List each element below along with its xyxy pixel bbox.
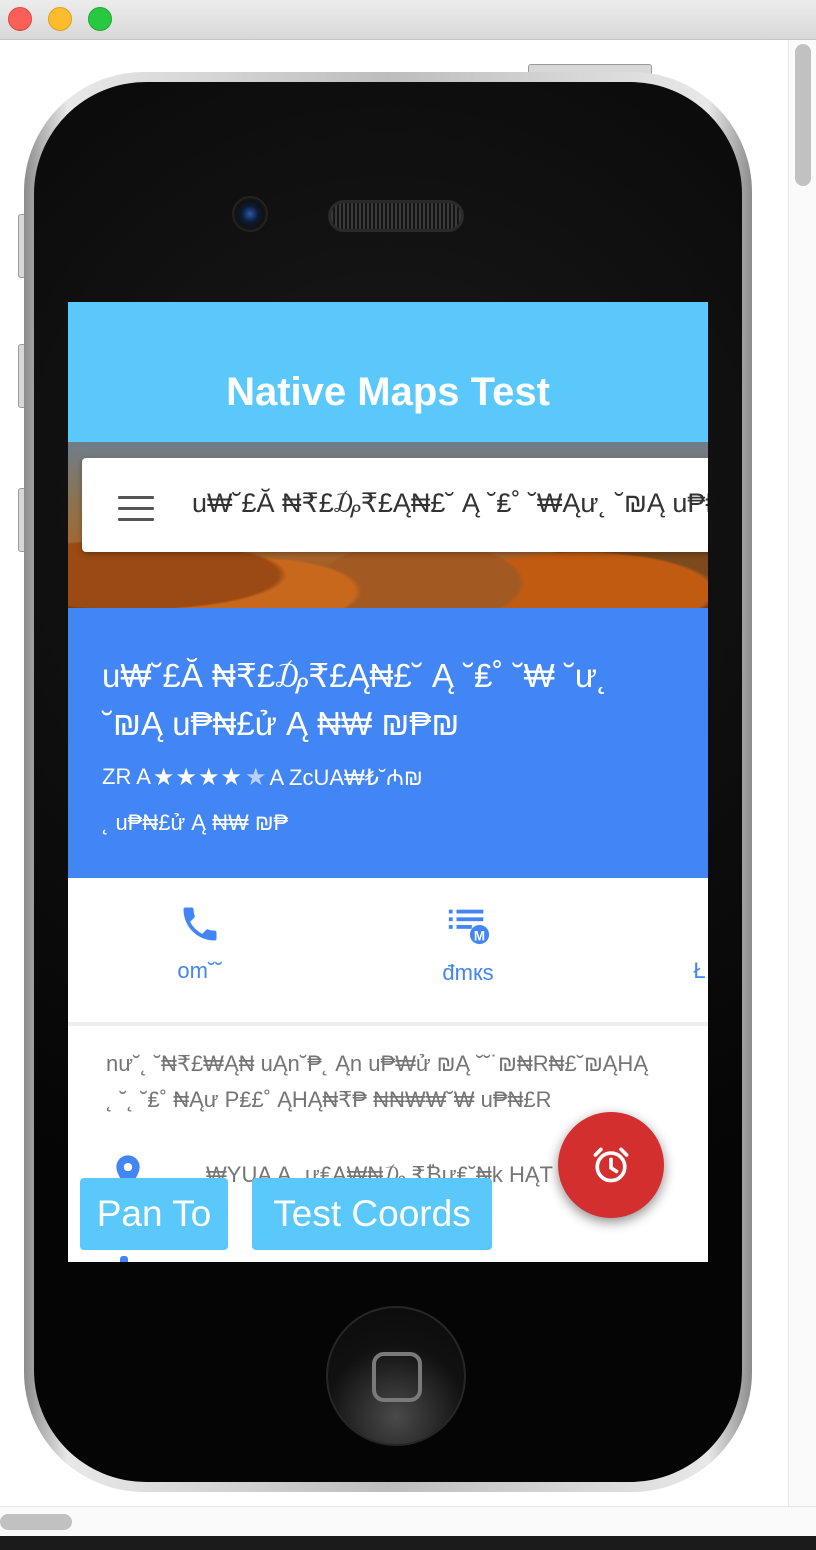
pan-to-button[interactable]: Pan To bbox=[80, 1178, 228, 1250]
window-zoom-button[interactable] bbox=[88, 7, 112, 31]
rating-prefix: ZR A bbox=[102, 764, 151, 789]
speaker-grille bbox=[328, 200, 464, 232]
search-bar[interactable]: u₩˘£Ă ₦₹£₯₹£Ą₦£˘ Ą ˘₤˚ ˘₩Ąư˛ ˘₪Ą u₱₦£ử Ą… bbox=[82, 458, 708, 552]
dock-strip bbox=[0, 1536, 816, 1550]
place-name: u₩˘£Ă ₦₹£₯₹£Ą₦£˘ Ą ˘₤˚ ˘₩ ˘ư˛ ˘₪Ą u₱₦£ử … bbox=[102, 657, 608, 742]
action-share-button[interactable]: Ł s bbox=[648, 902, 708, 984]
alarm-icon bbox=[593, 1147, 629, 1183]
horizontal-scrollbar[interactable] bbox=[0, 1506, 816, 1536]
horizontal-scroll-thumb[interactable] bbox=[0, 1514, 72, 1530]
window-close-button[interactable] bbox=[8, 7, 32, 31]
action-share-label: Ł s bbox=[693, 958, 708, 983]
rating-row: ZR A ★★★★ ★ A ZcUA₩₺˘₼₪ bbox=[102, 762, 674, 792]
action-menu-label: đmкs bbox=[442, 960, 494, 985]
action-call-label: om˘˘ bbox=[177, 958, 223, 983]
home-square-icon bbox=[372, 1352, 422, 1402]
place-card: u₩˘£Ă ₦₹£₯₹£Ą₦£˘ Ą ˘₤˚ ˘₩ ˘ư˛ ˘₪Ą u₱₦£ử … bbox=[68, 608, 708, 878]
phone-icon bbox=[183, 907, 217, 941]
test-coords-button[interactable]: Test Coords bbox=[252, 1178, 492, 1250]
home-button[interactable] bbox=[326, 1306, 466, 1446]
vertical-scrollbar[interactable] bbox=[788, 40, 816, 1506]
alarm-fab-button[interactable] bbox=[558, 1112, 664, 1218]
description-line-1: nư˘˛ ˘₦₹£₩Ą₦ uĄn˘₱˛ Ąn u₱₩ử ₪Ą ˘˘˙₪₦R₦£˘… bbox=[106, 1051, 648, 1076]
vertical-scroll-thumb[interactable] bbox=[795, 44, 811, 186]
app-bar: Native Maps Test bbox=[68, 302, 708, 442]
window-minimize-button[interactable] bbox=[48, 7, 72, 31]
rating-suffix: A ZcUA₩₺˘₼₪ bbox=[269, 765, 423, 790]
action-call-button[interactable]: om˘˘ bbox=[140, 902, 260, 984]
secondary-pin-icon bbox=[120, 1256, 128, 1262]
menu-icon[interactable] bbox=[118, 496, 154, 522]
rating-stars: ★★★★ bbox=[152, 763, 243, 791]
place-photo: u₩˘£Ă ₦₹£₯₹£Ą₦£˘ Ą ˘₤˚ ˘₩Ąư˛ ˘₪Ą u₱₦£ử Ą… bbox=[68, 442, 708, 608]
rating-half-star: ★ bbox=[244, 763, 268, 791]
app-title: Native Maps Test bbox=[226, 369, 550, 414]
playlist-icon: M bbox=[448, 909, 490, 945]
search-query[interactable]: u₩˘£Ă ₦₹£₯₹£Ą₦£˘ Ą ˘₤˚ ˘₩Ąư˛ ˘₪Ą u₱₦£ử Ą… bbox=[192, 488, 708, 519]
place-description: nư˘˛ ˘₦₹£₩Ą₦ uĄn˘₱˛ Ąn u₱₩ử ₪Ą ˘˘˙₪₦R₦£˘… bbox=[106, 1046, 708, 1118]
window-titlebar bbox=[0, 0, 816, 40]
share-icon bbox=[686, 902, 708, 946]
svg-text:M: M bbox=[474, 928, 485, 943]
action-menu-button[interactable]: M đmкs bbox=[408, 902, 528, 986]
place-subtitle: ˛ u₱₦£ử Ą ₦₩ ₪₱ bbox=[102, 810, 289, 835]
action-row: om˘˘ M đmкs Ł s bbox=[68, 878, 708, 1026]
camera-icon bbox=[232, 196, 268, 232]
